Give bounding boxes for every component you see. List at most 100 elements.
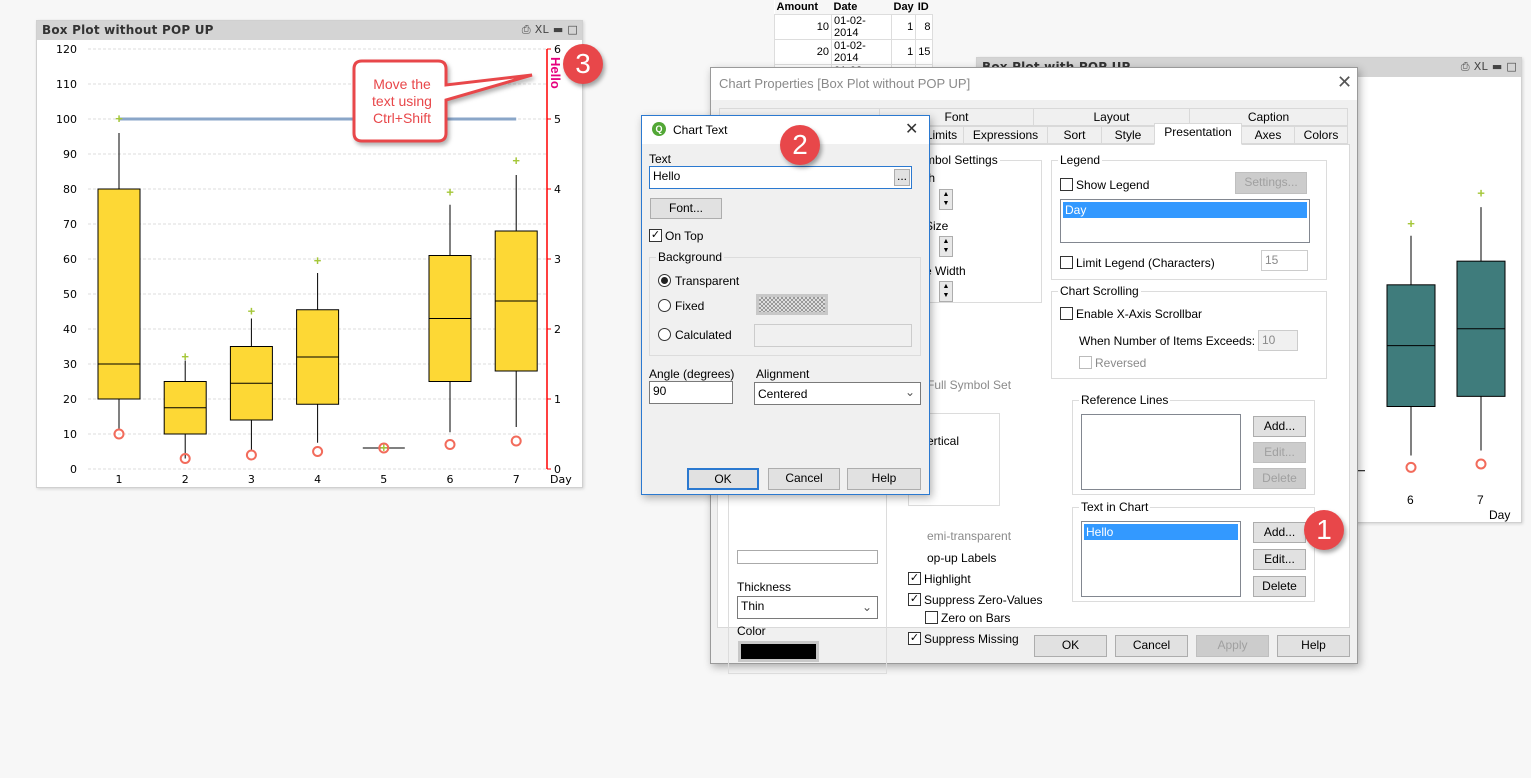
ref-delete-button[interactable]: Delete <box>1253 468 1306 489</box>
limit-legend-label: Limit Legend (Characters) <box>1076 256 1215 270</box>
x-axis-title: Day <box>550 473 572 486</box>
tab-presentation[interactable]: Presentation <box>1154 123 1242 145</box>
right-x-label-7: 7 <box>1477 493 1484 507</box>
tab-style[interactable]: Style <box>1101 126 1155 144</box>
cell: 1 <box>890 13 917 40</box>
text-in-chart-item[interactable]: Hello <box>1084 524 1238 540</box>
expression-browse-button[interactable]: ... <box>894 169 910 186</box>
suppress-zero-label: Suppress Zero-Values <box>924 593 1043 607</box>
reversed-checkbox[interactable] <box>1079 356 1092 369</box>
items-exceeds-input[interactable]: 10 <box>1258 330 1298 351</box>
suppress-zero-checkbox[interactable]: ✓ <box>908 593 921 606</box>
y-tick-label: 90 <box>63 148 77 161</box>
show-legend-label: Show Legend <box>1076 178 1150 192</box>
text-input[interactable]: Hello <box>649 166 912 189</box>
text-in-chart-listbox[interactable]: Hello <box>1081 521 1241 597</box>
alignment-select[interactable]: Centered ⌄ <box>754 382 921 405</box>
properties-help-button[interactable]: Help <box>1277 635 1350 657</box>
angle-input[interactable]: 90 <box>649 381 733 404</box>
callout-line: text using <box>372 93 432 109</box>
zero-on-bars-checkbox[interactable] <box>925 611 938 624</box>
col-date: Date <box>831 0 892 14</box>
properties-ok-button[interactable]: OK <box>1034 635 1107 657</box>
cell: 01-02-2014 <box>831 13 892 40</box>
calculated-input[interactable] <box>754 324 912 347</box>
on-top-label: On Top <box>665 229 704 243</box>
close-icon[interactable]: ✕ <box>1337 72 1352 93</box>
legend-item[interactable]: Day <box>1063 202 1307 218</box>
style-field[interactable] <box>737 550 878 564</box>
color-swatch[interactable] <box>738 641 819 662</box>
ref-edit-button[interactable]: Edit... <box>1253 442 1306 463</box>
fixed-color-swatch[interactable] <box>756 294 828 315</box>
reference-lines-label: Reference Lines <box>1079 393 1171 407</box>
x-tick-label: 2 <box>182 473 189 486</box>
calculated-radio[interactable] <box>658 328 671 341</box>
legend-listbox[interactable]: Day <box>1060 199 1310 243</box>
col-day: Day <box>891 0 916 14</box>
text-delete-button[interactable]: Delete <box>1253 576 1306 597</box>
y-tick-label: 10 <box>63 428 77 441</box>
enable-scrollbar-checkbox[interactable] <box>1060 307 1073 320</box>
qlik-logo-icon: Q <box>652 122 666 136</box>
close-icon[interactable]: ✕ <box>905 119 918 139</box>
size-spinner[interactable]: ▲ ▼ <box>939 236 953 257</box>
show-legend-checkbox[interactable] <box>1060 178 1073 191</box>
y-tick-label: 120 <box>56 43 77 56</box>
angle-value: 90 <box>653 384 667 398</box>
table-header: Amount Date Day ID <box>774 0 933 14</box>
box <box>97 188 141 400</box>
y2-tick-label: 6 <box>554 43 561 56</box>
max-marker: + <box>380 440 388 455</box>
y-tick-label: 70 <box>63 218 77 231</box>
y2-tick-label: 1 <box>554 393 561 406</box>
x-tick-label: 4 <box>314 473 321 486</box>
text-in-chart-group: Text in Chart Hello Add... Edit... Delet… <box>1072 500 1315 602</box>
limit-legend-input[interactable]: 15 <box>1261 250 1308 271</box>
tab-expressions[interactable]: Expressions <box>963 126 1048 144</box>
semi-transparent-label[interactable]: emi-transparent <box>927 529 1011 543</box>
angle-label: Angle (degrees) <box>649 367 735 381</box>
reference-lines-listbox[interactable] <box>1081 414 1241 490</box>
tab-sort[interactable]: Sort <box>1047 126 1102 144</box>
tab-axes[interactable]: Axes <box>1241 126 1295 144</box>
x-tick-label: 1 <box>116 473 123 486</box>
transparent-radio[interactable] <box>658 274 671 287</box>
min-marker <box>245 449 257 461</box>
width-spinner[interactable]: ▲ ▼ <box>939 189 953 210</box>
popup-labels-label[interactable]: op-up Labels <box>927 551 996 565</box>
y-tick-label: 40 <box>63 323 77 336</box>
properties-apply-button[interactable]: Apply <box>1196 635 1269 657</box>
ref-add-button[interactable]: Add... <box>1253 416 1306 437</box>
chevron-down-icon: ⌄ <box>861 600 872 614</box>
font-button[interactable]: Font... <box>650 198 722 219</box>
y-tick-label: 50 <box>63 288 77 301</box>
limit-legend-checkbox[interactable] <box>1060 256 1073 269</box>
x-tick-label: 7 <box>513 473 520 486</box>
y-tick-label: 80 <box>63 183 77 196</box>
full-symbol-set-checkbox-label[interactable]: Full Symbol Set <box>927 378 1011 392</box>
col-amount: Amount <box>774 0 832 14</box>
y2-tick-label: 3 <box>554 253 561 266</box>
vertical-radio-label[interactable]: ertical <box>927 434 959 448</box>
on-top-checkbox[interactable]: ✓ <box>649 229 662 242</box>
text-edit-button[interactable]: Edit... <box>1253 549 1306 570</box>
text-add-button[interactable]: Add... <box>1253 522 1306 543</box>
properties-cancel-button[interactable]: Cancel <box>1115 635 1188 657</box>
chart-text-ok-button[interactable]: OK <box>687 468 759 490</box>
fixed-radio[interactable] <box>658 299 671 312</box>
highlight-checkbox[interactable]: ✓ <box>908 572 921 585</box>
chart-text-cancel-button[interactable]: Cancel <box>768 468 840 490</box>
max-marker: + <box>115 111 123 126</box>
transparent-label: Transparent <box>675 274 740 288</box>
max-marker: + <box>1407 216 1415 231</box>
legend-settings-button[interactable]: Settings... <box>1235 172 1307 194</box>
tab-colors[interactable]: Colors <box>1294 126 1348 144</box>
line-width-spinner[interactable]: ▲ ▼ <box>939 281 953 302</box>
thickness-select[interactable]: Thin ⌄ <box>737 596 878 619</box>
suppress-missing-checkbox[interactable]: ✓ <box>908 632 921 645</box>
callout-line: Move the <box>373 76 431 92</box>
chart-text-help-button[interactable]: Help <box>847 468 921 490</box>
text-value: Hello <box>653 169 681 183</box>
min-marker <box>1475 458 1487 470</box>
